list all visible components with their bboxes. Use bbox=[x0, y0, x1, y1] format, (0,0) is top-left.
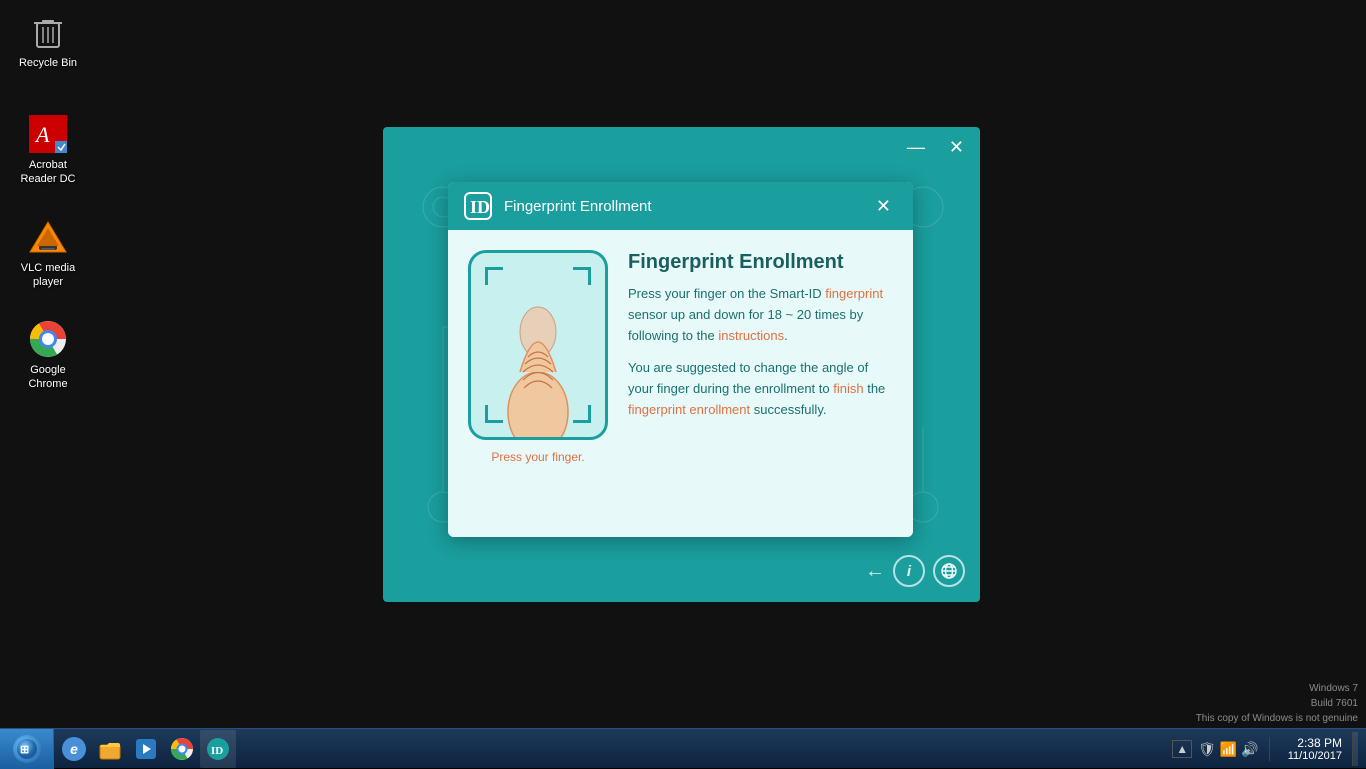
tray-divider bbox=[1269, 737, 1270, 761]
desktop-icon-recycle-bin[interactable]: Recycle Bin bbox=[8, 8, 88, 74]
tray-volume-icon[interactable]: 🔊 bbox=[1241, 741, 1258, 758]
tray-security-icon[interactable]: 🛡 bbox=[1198, 741, 1216, 758]
recycle-bin-icon bbox=[28, 12, 68, 52]
scanner-prompt: Press your finger. bbox=[491, 450, 584, 464]
start-button[interactable]: ⊞ bbox=[0, 729, 54, 769]
vlc-icon bbox=[28, 217, 68, 257]
scanner-illustration: Press your finger. bbox=[468, 250, 608, 517]
corner-tl bbox=[485, 267, 503, 285]
acrobat-icon: A bbox=[28, 114, 68, 154]
dialog-header: ID Fingerprint Enrollment ✕ bbox=[448, 182, 913, 230]
highlight-fingerprint2: fingerprint enrollment bbox=[628, 402, 750, 417]
finger-svg bbox=[493, 302, 583, 440]
clock-time: 2:38 PM bbox=[1297, 736, 1342, 750]
enrollment-description-1: Press your finger on the Smart-ID finger… bbox=[628, 284, 893, 346]
bottom-action-area: ← i bbox=[865, 555, 965, 587]
main-app-window: — ✕ ID Fingerprint Enrollment ✕ bbox=[383, 127, 980, 602]
svg-text:ID: ID bbox=[211, 745, 223, 757]
tray-icons: 🛡 📶 🔊 bbox=[1198, 741, 1259, 758]
highlight-instructions: instructions bbox=[718, 328, 784, 343]
tray-network-icon[interactable]: 📶 bbox=[1220, 741, 1237, 758]
taskbar-media-button[interactable] bbox=[128, 730, 164, 768]
acrobat-label: Acrobat Reader DC bbox=[12, 158, 84, 187]
enrollment-text-area: Fingerprint Enrollment Press your finger… bbox=[628, 250, 893, 517]
show-desktop-button[interactable] bbox=[1352, 732, 1358, 766]
taskbar-ie-button[interactable]: e bbox=[56, 730, 92, 768]
scanner-device bbox=[468, 250, 608, 440]
media-player-icon bbox=[134, 737, 158, 761]
info-button[interactable]: i bbox=[893, 555, 925, 587]
fingerprint-logo-icon: ID bbox=[462, 190, 494, 222]
clock-date: 11/10/2017 bbox=[1288, 750, 1342, 762]
ie-icon: e bbox=[62, 737, 86, 761]
fingerprint-enrollment-dialog: ID Fingerprint Enrollment ✕ bbox=[448, 182, 913, 537]
close-button[interactable]: ✕ bbox=[943, 136, 970, 158]
dialog-title: Fingerprint Enrollment bbox=[504, 198, 868, 215]
vlc-label: VLC media player bbox=[12, 261, 84, 290]
highlight-finish: finish bbox=[833, 381, 863, 396]
clock[interactable]: 2:38 PM 11/10/2017 bbox=[1288, 736, 1342, 762]
taskbar: ⊞ e bbox=[0, 728, 1366, 768]
system-tray: ▲ 🛡 📶 🔊 2:38 PM 11/10/2017 bbox=[1164, 729, 1366, 769]
recycle-bin-label: Recycle Bin bbox=[19, 56, 77, 70]
taskbar-chrome-button[interactable] bbox=[164, 730, 200, 768]
nav-left-icon[interactable]: ← bbox=[865, 560, 885, 583]
chrome-icon bbox=[28, 319, 68, 359]
svg-text:ID: ID bbox=[470, 197, 490, 217]
corner-tr bbox=[573, 267, 591, 285]
taskbar-fingerprint-icon: ID bbox=[206, 737, 230, 761]
dialog-close-button[interactable]: ✕ bbox=[868, 192, 899, 221]
taskbar-fingerprint-button[interactable]: ID bbox=[200, 730, 236, 768]
svg-text:⊞: ⊞ bbox=[20, 744, 29, 756]
desktop-icon-acrobat[interactable]: A Acrobat Reader DC bbox=[8, 110, 88, 191]
main-window-titlebar: — ✕ bbox=[383, 127, 980, 167]
start-orb: ⊞ bbox=[13, 735, 41, 763]
minimize-button[interactable]: — bbox=[901, 136, 931, 158]
taskbar-chrome-icon bbox=[170, 737, 194, 761]
taskbar-apps: e bbox=[56, 729, 236, 769]
tray-expand-button[interactable]: ▲ bbox=[1172, 740, 1192, 758]
dialog-content: Press your finger. Fingerprint Enrollmen… bbox=[448, 230, 913, 537]
chrome-label: Google Chrome bbox=[12, 363, 84, 392]
desktop-icon-chrome[interactable]: Google Chrome bbox=[8, 315, 88, 396]
enrollment-heading: Fingerprint Enrollment bbox=[628, 250, 893, 274]
highlight-fingerprint: fingerprint bbox=[825, 286, 883, 301]
desktop-icon-vlc[interactable]: VLC media player bbox=[8, 213, 88, 294]
settings-button[interactable] bbox=[933, 555, 965, 587]
svg-text:A: A bbox=[34, 122, 50, 147]
enrollment-description-2: You are suggested to change the angle of… bbox=[628, 358, 893, 420]
explorer-icon bbox=[98, 737, 122, 761]
taskbar-explorer-button[interactable] bbox=[92, 730, 128, 768]
